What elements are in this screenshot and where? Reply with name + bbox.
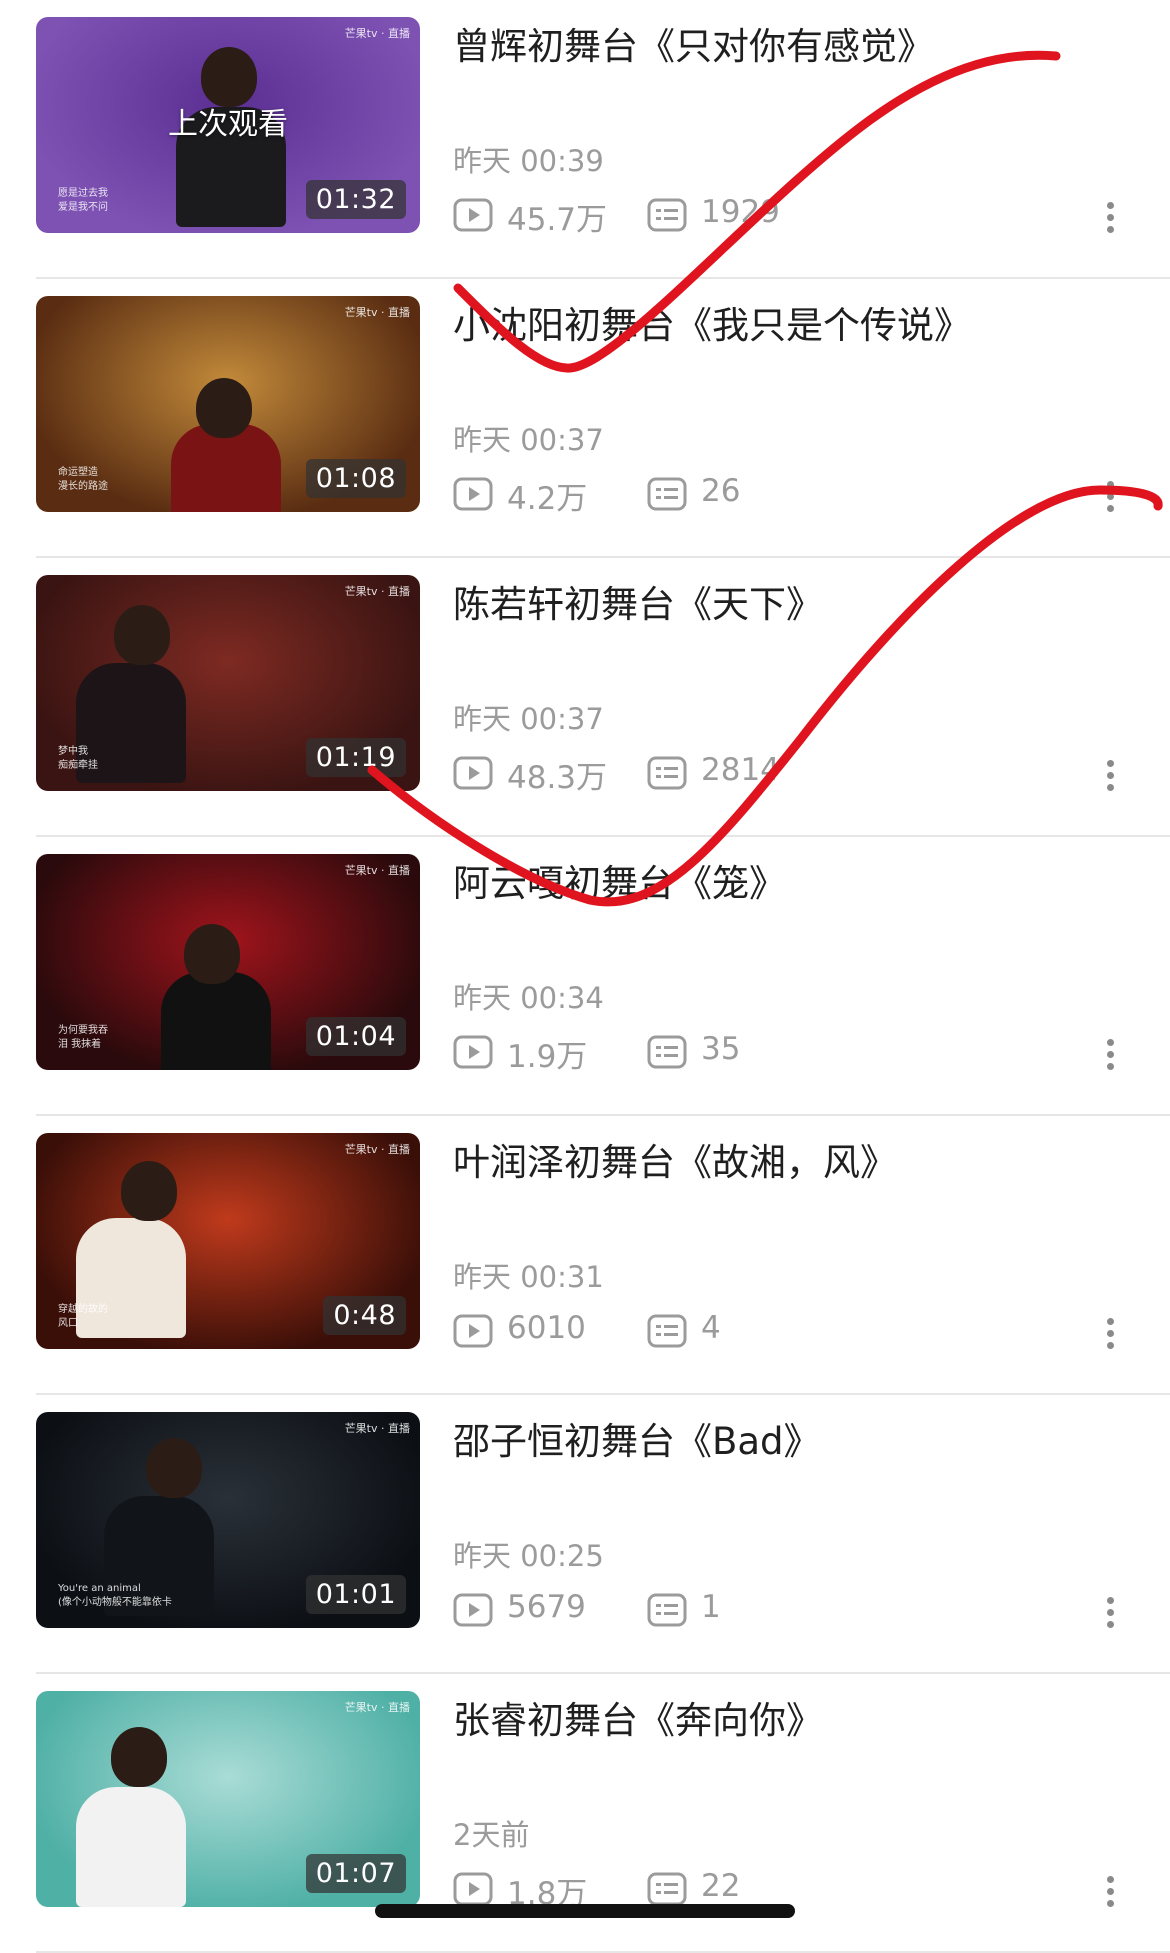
video-title[interactable]: 张睿初舞台《奔向你》 [453, 1690, 823, 1744]
danmaku-icon [647, 477, 687, 511]
duration-badge: 01:08 [305, 459, 406, 498]
brand-watermark: 芒果tv · 直播 [344, 585, 410, 598]
upload-time: 昨天 00:34 [453, 981, 604, 1015]
play-count-icon [453, 1035, 493, 1069]
brand-watermark: 芒果tv · 直播 [344, 1701, 410, 1714]
upload-time: 昨天 00:37 [453, 702, 604, 736]
upload-time: 2天前 [453, 1818, 530, 1852]
play-count-icon [453, 198, 493, 232]
performer-figure [161, 972, 271, 1070]
play-count-icon [453, 756, 493, 790]
performer-head [184, 924, 240, 984]
brand-watermark: 芒果tv · 直播 [344, 306, 410, 319]
video-thumbnail[interactable]: 芒果tv · 直播 愿是过去我 爱是我不问 01:32 上次观看 [36, 17, 420, 233]
duration-badge: 01:01 [305, 1575, 406, 1614]
home-indicator[interactable] [375, 1904, 795, 1918]
video-thumbnail[interactable]: 芒果tv · 直播 为何要我吞泪 我抹着 01:04 [36, 854, 420, 1070]
performer-head [121, 1161, 177, 1221]
upload-time: 昨天 00:25 [453, 1539, 604, 1573]
duration-badge: 01:19 [305, 738, 406, 777]
more-dots-icon[interactable] [1104, 1039, 1116, 1075]
video-title[interactable]: 曾辉初舞台《只对你有感觉》 [453, 16, 934, 70]
duration-badge: 01:04 [305, 1017, 406, 1056]
danmaku-icon [647, 1593, 687, 1627]
video-thumbnail[interactable]: 芒果tv · 直播 You're an animal (像个小动物般不能靠依卡 0… [36, 1412, 420, 1628]
danmaku-icon [647, 198, 687, 232]
play-count-icon [453, 477, 493, 511]
more-dots-icon[interactable] [1104, 760, 1116, 796]
video-title[interactable]: 邵子恒初舞台《Bad》 [453, 1411, 821, 1465]
list-item[interactable]: 芒果tv · 直播 梦中我 痴痴牵挂 01:19 陈若轩初舞台《天下》 昨天 00… [36, 558, 1170, 837]
more-dots-icon[interactable] [1104, 1876, 1116, 1912]
duration-badge: 0:48 [323, 1296, 406, 1335]
duration-badge: 01:32 [305, 180, 406, 219]
danmaku-icon [647, 1872, 687, 1906]
list-item[interactable]: 芒果tv · 直播 为何要我吞泪 我抹着 01:04 阿云嘎初舞台《笼》 昨天 … [36, 837, 1170, 1116]
more-dots-icon[interactable] [1104, 202, 1116, 238]
danmaku-icon [647, 1035, 687, 1069]
more-dots-icon[interactable] [1104, 1597, 1116, 1633]
thumbnail-subtitle: You're an animal (像个小动物般不能靠依卡 [58, 1583, 172, 1608]
video-thumbnail[interactable]: 芒果tv · 直播 命运塑造 漫长的路途 01:08 [36, 296, 420, 512]
danmaku-icon [647, 1314, 687, 1348]
performer-figure [76, 1787, 186, 1907]
performer-head [146, 1438, 202, 1498]
upload-time: 昨天 00:39 [453, 144, 604, 178]
play-count-icon [453, 1872, 493, 1906]
thumbnail-subtitle: 命运塑造 漫长的路途 [58, 467, 108, 492]
performer-head [196, 378, 252, 438]
video-thumbnail[interactable]: 芒果tv · 直播 穿越的故的 风口 0:48 [36, 1133, 420, 1349]
play-count-icon [453, 1314, 493, 1348]
video-thumbnail[interactable]: 芒果tv · 直播 01:07 [36, 1691, 420, 1907]
list-item[interactable]: 芒果tv · 直播 穿越的故的 风口 0:48 叶润泽初舞台《故湘，风》 昨天 0… [36, 1116, 1170, 1395]
video-thumbnail[interactable]: 芒果tv · 直播 梦中我 痴痴牵挂 01:19 [36, 575, 420, 791]
list-item[interactable]: 芒果tv · 直播 You're an animal (像个小动物般不能靠依卡 0… [36, 1395, 1170, 1674]
performer-head [114, 605, 170, 665]
brand-watermark: 芒果tv · 直播 [344, 1143, 410, 1156]
thumbnail-subtitle: 愿是过去我 爱是我不问 [58, 188, 108, 213]
list-item[interactable]: 芒果tv · 直播 命运塑造 漫长的路途 01:08 小沈阳初舞台《我只是个传说》… [36, 279, 1170, 558]
upload-time: 昨天 00:31 [453, 1260, 604, 1294]
video-title[interactable]: 陈若轩初舞台《天下》 [453, 574, 823, 628]
brand-watermark: 芒果tv · 直播 [344, 27, 410, 40]
video-title[interactable]: 叶润泽初舞台《故湘，风》 [453, 1132, 897, 1186]
brand-watermark: 芒果tv · 直播 [344, 864, 410, 877]
video-title[interactable]: 阿云嘎初舞台《笼》 [453, 853, 786, 907]
list-item[interactable]: 芒果tv · 直播 愿是过去我 爱是我不问 01:32 上次观看 曾辉初舞台《只对… [36, 0, 1170, 279]
last-watched-label: 上次观看 [168, 107, 288, 142]
thumbnail-subtitle: 为何要我吞泪 我抹着 [58, 1025, 108, 1050]
thumbnail-subtitle: 穿越的故的 风口 [58, 1304, 108, 1329]
performer-head [201, 47, 257, 107]
more-dots-icon[interactable] [1104, 481, 1116, 517]
performer-head [111, 1727, 167, 1787]
danmaku-icon [647, 756, 687, 790]
more-dots-icon[interactable] [1104, 1318, 1116, 1354]
duration-badge: 01:07 [305, 1854, 406, 1893]
video-title[interactable]: 小沈阳初舞台《我只是个传说》 [453, 295, 971, 349]
upload-time: 昨天 00:37 [453, 423, 604, 457]
brand-watermark: 芒果tv · 直播 [344, 1422, 410, 1435]
play-count-icon [453, 1593, 493, 1627]
thumbnail-subtitle: 梦中我 痴痴牵挂 [58, 746, 98, 771]
